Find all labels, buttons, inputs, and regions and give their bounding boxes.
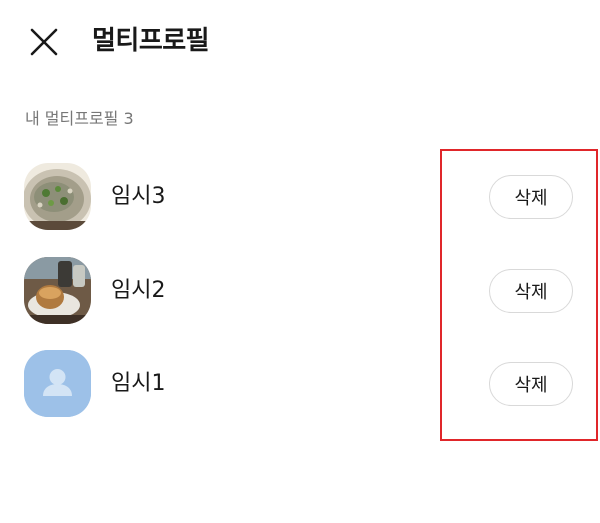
page-title: 멀티프로필 [92, 26, 210, 56]
default-person-icon [24, 350, 91, 417]
profile-row-1: 임시1 삭제 [0, 344, 600, 424]
delete-button[interactable]: 삭제 [489, 269, 573, 313]
close-icon [30, 28, 58, 56]
profile-avatar-photo[interactable] [24, 257, 91, 324]
profile-row-3: 임시3 삭제 [0, 157, 600, 237]
profile-name: 임시1 [111, 371, 166, 396]
profile-avatar-photo[interactable] [24, 163, 91, 230]
profile-avatar-default[interactable] [24, 350, 91, 417]
profile-row-2: 임시2 삭제 [0, 251, 600, 331]
profile-name: 임시2 [111, 278, 166, 303]
profile-name: 임시3 [111, 184, 166, 209]
delete-button[interactable]: 삭제 [489, 175, 573, 219]
section-label: 내 멀티프로필 3 [25, 109, 134, 128]
delete-button[interactable]: 삭제 [489, 362, 573, 406]
header: 멀티프로필 [0, 0, 600, 84]
close-button[interactable] [26, 26, 62, 58]
